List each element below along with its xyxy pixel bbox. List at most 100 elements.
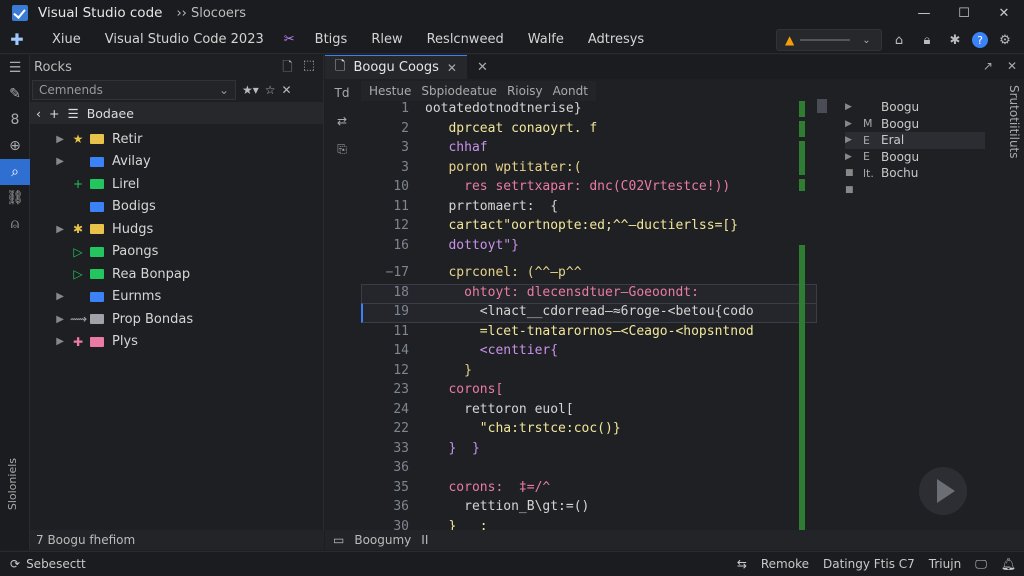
status-left-label[interactable]: Sebesectt — [26, 557, 86, 571]
tools-icon[interactable]: ✂ — [276, 32, 303, 47]
bug-icon[interactable]: ✱ — [944, 29, 966, 51]
menu-item-2[interactable]: Visual Studio Code 2023 — [93, 32, 276, 47]
play-icon[interactable] — [919, 467, 967, 515]
crumb-4[interactable]: Aondt — [553, 84, 588, 98]
tree-item[interactable]: ▶ ★ Retir — [30, 128, 323, 151]
menu-item-4[interactable]: Rlew — [359, 32, 414, 47]
close-editor-icon[interactable]: ✕ — [1007, 59, 1017, 73]
close-group-icon[interactable]: ✕ — [477, 60, 488, 75]
edit-icon[interactable]: ✎ — [0, 81, 30, 107]
account-icon[interactable]: ⍝ — [0, 211, 30, 237]
editor-footer-label[interactable]: Boogumy — [354, 533, 411, 547]
monitor-icon[interactable]: 🖵︎ — [975, 557, 987, 572]
code-line[interactable]: dottoyt"} — [425, 238, 518, 253]
menu-item-6[interactable]: Walfe — [516, 32, 576, 47]
back-icon[interactable]: ‹ — [36, 106, 41, 121]
crumb-3[interactable]: Rioisy — [507, 84, 543, 98]
explorer-icon[interactable]: ☰ — [0, 55, 30, 81]
status-item-3[interactable]: Triujn — [929, 557, 961, 571]
collapse-icon[interactable]: ⬚ — [303, 58, 315, 80]
crumb-2[interactable]: Sbpiodeatue — [421, 84, 497, 98]
code-line[interactable]: corons: ‡=/^ — [425, 480, 550, 495]
tree-item[interactable]: ▷ Rea Bonpap — [30, 263, 323, 286]
star-outline-icon[interactable]: ☆ — [265, 83, 276, 97]
lock-icon[interactable]: 🔒︎ — [916, 29, 938, 51]
debug-icon[interactable]: ⊕ — [0, 133, 30, 159]
code-line[interactable]: "cha:trstce:coc()} — [425, 421, 621, 436]
account-dropdown[interactable]: ▲ ⌄ — [776, 29, 882, 51]
clear-filter-icon[interactable]: ✕ — [282, 83, 292, 97]
tree-item[interactable]: ▶ ✚ Plys — [30, 331, 323, 354]
tab-active[interactable]: 🗋︎ Boogu Coogs ✕ — [325, 55, 467, 79]
settings-gear-icon[interactable]: ⚙ — [994, 29, 1016, 51]
chevron-right-icon[interactable]: ▶ — [44, 314, 64, 325]
code-line[interactable]: ootatedotnodtnerise} — [425, 101, 582, 116]
outline-item[interactable]: ▶ Boogu — [845, 99, 985, 116]
close-window-button[interactable]: ✕ — [984, 0, 1024, 26]
new-item-icon[interactable]: ✚ — [6, 30, 28, 49]
menu-item-7[interactable]: Adtresys — [576, 32, 656, 47]
outline-item[interactable]: ■ — [845, 182, 985, 199]
chevron-right-icon[interactable]: ▶ — [44, 291, 64, 302]
home-icon[interactable]: ⌂ — [888, 29, 910, 51]
star-filter-icon[interactable]: ★▾ — [242, 83, 259, 97]
code-line[interactable]: chhaf — [425, 140, 487, 155]
code-line[interactable]: poron wptitater:( — [425, 160, 581, 175]
code-line[interactable]: prrtomaert: { — [425, 199, 558, 214]
close-tab-icon[interactable]: ✕ — [447, 61, 457, 75]
filter-select[interactable]: Cemnends ⌄ — [32, 80, 236, 100]
tree-item[interactable]: ▶ ⟿ Prop Bondas — [30, 308, 323, 331]
help-icon[interactable]: ? — [972, 32, 988, 48]
chevron-right-icon[interactable]: ▶ — [44, 224, 64, 235]
code-line[interactable]: <lnact__cdorread—≈6roge-<betou{codo — [425, 304, 754, 319]
code-line[interactable]: <centtier{ — [425, 343, 558, 358]
tree-item[interactable]: ▶ Avilay — [30, 151, 323, 174]
menu-item-5[interactable]: Reslcnweed — [415, 32, 516, 47]
search-icon[interactable]: ⌕ — [0, 159, 30, 185]
code-area[interactable]: 1 ootatedotnodtnerise} 2 dprceat conaoyrt.… — [361, 101, 817, 553]
code-line[interactable]: =lcet-tnatarornos—<Ceago-<hopsntnod — [425, 324, 754, 339]
tree-root[interactable]: ‹ + ☰ Bodaee — [30, 102, 323, 124]
split-editor-icon[interactable]: ↗ — [983, 59, 993, 73]
bell-icon[interactable]: 🔔︎ — [1001, 557, 1016, 571]
code-line[interactable]: res setrtxapar: dnc(C02Vrtestce!)) — [425, 179, 730, 194]
editor-footer-extra[interactable]: II — [421, 533, 428, 547]
add-icon[interactable]: + — [49, 106, 59, 121]
tree-item[interactable]: Bodigs — [30, 196, 323, 219]
code-line[interactable]: corons[ — [425, 382, 503, 397]
code-line[interactable]: dprceat conaoyrt. f — [425, 121, 597, 136]
code-line[interactable]: cprconel: (^^—p^^ — [425, 265, 581, 280]
scrollbar-thumb[interactable] — [817, 99, 827, 113]
chevron-right-icon[interactable]: ▶ — [44, 336, 64, 347]
outline-item[interactable]: ▶ E Eral — [845, 132, 985, 149]
chevron-right-icon[interactable]: ▶ — [845, 102, 855, 112]
code-line[interactable]: } } — [425, 441, 479, 456]
code-line[interactable]: cartact"oortnopte:ed;^^—ductierlss=[} — [425, 218, 738, 233]
code-line[interactable]: } — [425, 363, 472, 378]
tree-item[interactable]: + Lirel — [30, 173, 323, 196]
menu-item-3[interactable]: Btigs — [303, 32, 360, 47]
swap-icon[interactable]: ⇄ — [327, 107, 357, 135]
chevron-right-icon[interactable]: ▶ — [845, 135, 855, 145]
chevron-right-icon[interactable]: ▶ — [845, 152, 855, 162]
code-line[interactable]: rettion_B\gt:=() — [425, 499, 589, 514]
code-line[interactable]: rettoron euol[ — [425, 402, 574, 417]
chevron-right-icon[interactable]: ■ — [845, 168, 855, 178]
source-control-icon[interactable]: 8 — [0, 107, 30, 133]
copy-icon[interactable]: ⎘ — [327, 135, 357, 163]
chevron-right-icon[interactable]: ▶ — [44, 134, 64, 145]
outline-item[interactable]: ▶ M Boogu — [845, 116, 985, 133]
code-line[interactable]: ohtoyt: dlecensdtuer—Goeoondt: — [425, 285, 699, 300]
maximize-button[interactable]: ☐ — [944, 0, 984, 26]
crumb-1[interactable]: Hestue — [369, 84, 411, 98]
tool-td[interactable]: Td — [327, 79, 357, 107]
status-item-2[interactable]: Datingy Ftis C7 — [823, 557, 915, 571]
tree-item[interactable]: ▷ Paongs — [30, 241, 323, 264]
chevron-right-icon[interactable]: ▶ — [845, 119, 855, 129]
chevron-right-icon[interactable]: ▶ — [44, 156, 64, 167]
tree-item[interactable]: ▶ Eurnms — [30, 286, 323, 309]
status-item-1[interactable]: Remoke — [761, 557, 809, 571]
chevron-right-icon[interactable]: ■ — [845, 185, 855, 195]
new-file-icon[interactable]: 🗋︎ — [282, 58, 292, 80]
tree-item[interactable]: ▶ ✱ Hudgs — [30, 218, 323, 241]
